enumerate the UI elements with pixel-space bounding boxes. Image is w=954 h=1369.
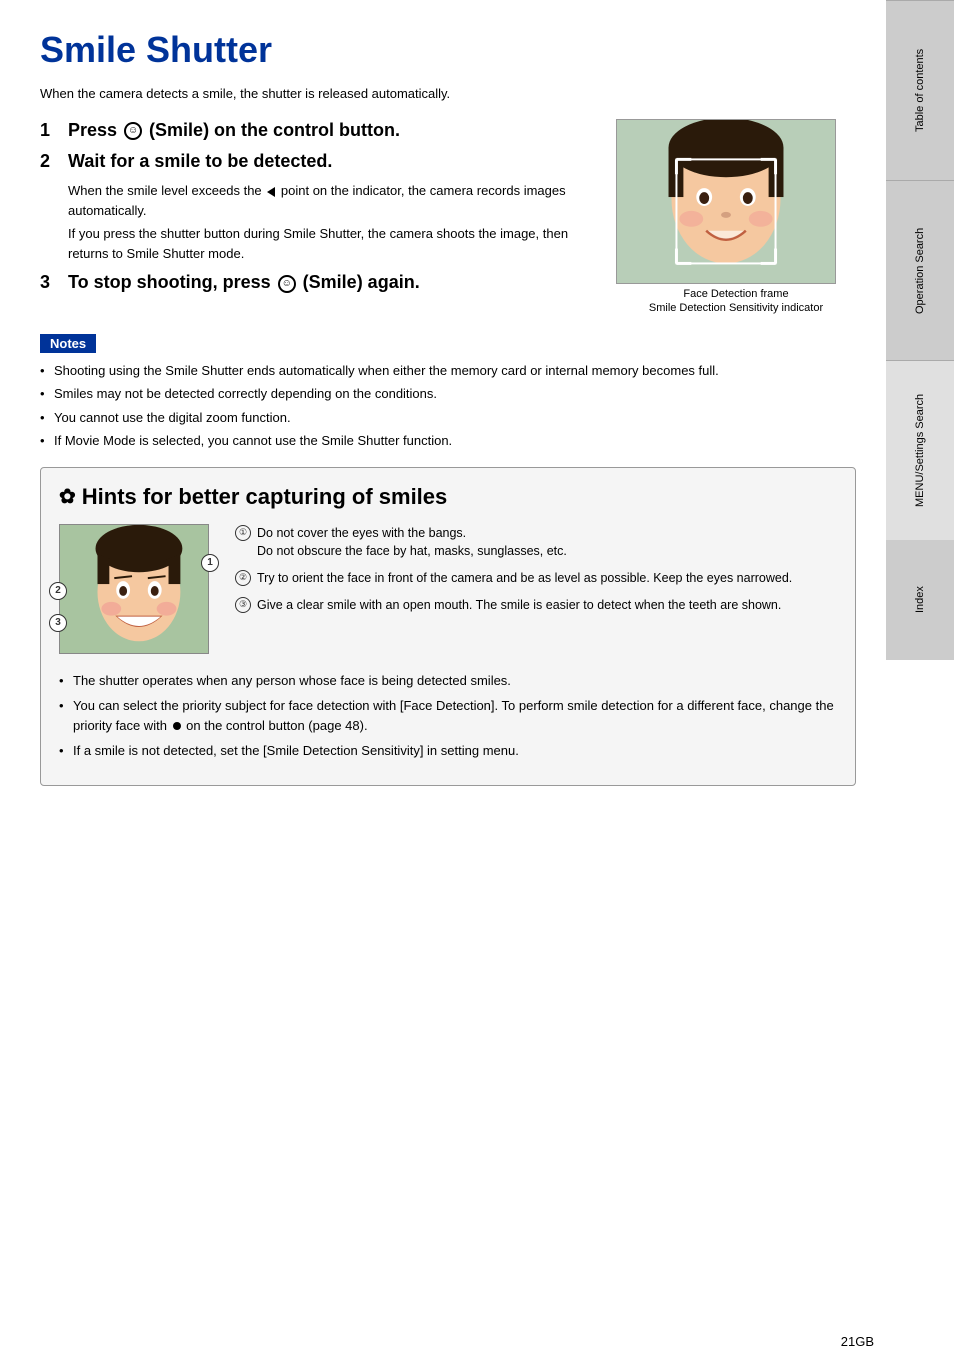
sidebar-tab-menu[interactable]: MENU/Settings Search [886,360,954,540]
step-2-text: Wait for a smile to be detected. [68,150,332,173]
notes-item-4: If Movie Mode is selected, you cannot us… [40,431,856,451]
sidebar-tab-operation-label: Operation Search [914,227,926,313]
step-2-desc2: If you press the shutter button during S… [68,224,596,263]
step-number-1: 1 [40,120,68,141]
notes-item-3: You cannot use the digital zoom function… [40,408,856,428]
hints-image-area: 1 2 3 [59,524,219,657]
sidebar-tab-operation[interactable]: Operation Search [886,180,954,360]
sidebar-tab-index-label: Index [914,587,926,614]
hints-text-item-2: ② Try to orient the face in front of the… [235,569,837,588]
smile-sensitivity-caption: Smile Detection Sensitivity indicator [616,302,856,314]
step-1-text: Press ☺ (Smile) on the control button. [68,119,400,142]
step-2-content: When the smile level exceeds the point o… [68,181,596,263]
step-3: 3 To stop shooting, press ☺ (Smile) agai… [40,271,596,294]
bullet-circle-icon [173,722,181,730]
hints-title-text: Hints for better capturing of smiles [82,484,448,510]
step-1: 1 Press ☺ (Smile) on the control button. [40,119,596,142]
hints-extra-3: If a smile is not detected, set the [Smi… [59,741,837,761]
hints-desc-3: Give a clear smile with an open mouth. T… [257,596,781,615]
hint-num-1-marker: 1 [201,554,219,572]
sidebar-tab-contents[interactable]: Table of contents [886,0,954,180]
hints-title: ✿ Hints for better capturing of smiles [59,484,837,510]
sidebar-tab-index[interactable]: Index [886,540,954,660]
hints-icon: ✿ [59,484,76,509]
hints-desc-1: Do not cover the eyes with the bangs.Do … [257,524,567,562]
hints-circle-1: ① [235,525,251,541]
hints-circle-2: ② [235,570,251,586]
sidebar-tab-contents-label: Table of contents [914,49,926,132]
face-detection-caption: Face Detection frame [616,288,856,300]
hint-num-3-marker: 3 [49,614,67,632]
sidebar: Table of contents Operation Search MENU/… [886,0,954,1369]
notes-badge: Notes [40,334,96,353]
hints-image [59,524,209,654]
hints-extra-list: The shutter operates when any person who… [59,671,837,761]
notes-list: Shooting using the Smile Shutter ends au… [40,361,856,451]
notes-section: Notes Shooting using the Smile Shutter e… [40,334,856,451]
hints-text-item-3: ③ Give a clear smile with an open mouth.… [235,596,837,615]
camera-image-area: Face Detection frame Smile Detection Sen… [616,119,856,314]
notes-item-2: Smiles may not be detected correctly dep… [40,384,856,404]
hints-box: ✿ Hints for better capturing of smiles [40,467,856,786]
hints-extra-2: You can select the priority subject for … [59,696,837,735]
page-number: 21GB [841,1334,874,1349]
hints-circle-3: ③ [235,597,251,613]
intro-text: When the camera detects a smile, the shu… [40,86,856,101]
hints-text-area: ① Do not cover the eyes with the bangs.D… [235,524,837,657]
smile-icon-2: ☺ [278,275,296,293]
notes-item-1: Shooting using the Smile Shutter ends au… [40,361,856,381]
step-2-desc1: When the smile level exceeds the point o… [68,181,596,220]
step-number-2: 2 [40,151,68,172]
hint-num-2-marker: 2 [49,582,67,600]
hints-text-item-1: ① Do not cover the eyes with the bangs.D… [235,524,837,562]
step-3-text: To stop shooting, press ☺ (Smile) again. [68,271,420,294]
page-title: Smile Shutter [40,30,856,70]
hints-desc-2: Try to orient the face in front of the c… [257,569,792,588]
hints-inner: 1 2 3 ① Do not cover the eyes with the b… [59,524,837,657]
smile-icon: ☺ [124,122,142,140]
step-number-3: 3 [40,272,68,293]
hints-extra-1: The shutter operates when any person who… [59,671,837,691]
camera-image [616,119,836,284]
step-2: 2 Wait for a smile to be detected. [40,150,596,173]
sidebar-tab-menu-label: MENU/Settings Search [914,394,926,507]
